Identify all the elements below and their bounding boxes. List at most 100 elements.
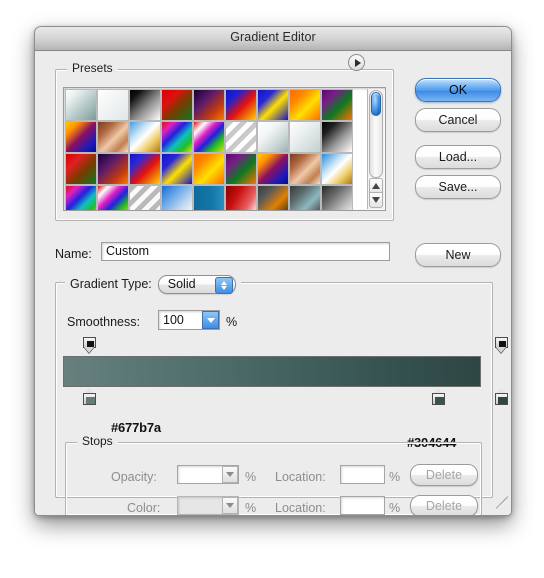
transparent-stripes [226,122,256,152]
preset-swatch[interactable] [321,153,353,185]
preset-swatch[interactable] [97,153,129,185]
preset-swatch[interactable] [321,185,353,210]
updown-arrows-icon[interactable] [214,276,233,294]
color-delete-button[interactable]: Delete [410,495,478,515]
gradient-type-popup[interactable]: Solid [157,274,236,294]
orange-black [258,186,288,210]
preset-swatch[interactable] [257,89,289,121]
preset-swatch[interactable] [65,121,97,153]
preset-swatch[interactable] [161,121,193,153]
color-stop-right[interactable] [495,388,508,405]
spectrum-2 [66,186,96,210]
yellow-violet-orange-blue [66,122,96,152]
opacity-stop-right[interactable] [495,337,508,354]
preset-swatch[interactable] [193,153,225,185]
gradient-type-header: Gradient Type: Solid [65,274,241,294]
title-bar[interactable]: Gradient Editor [35,27,511,51]
scrollbar-track[interactable] [369,90,383,178]
violet-orange [194,90,224,120]
preset-swatch[interactable] [289,121,321,153]
blue-red-yellow [226,90,256,120]
dialog-body: Presets OK Cancel Load... Save... New Na… [35,51,511,515]
smoothness-label: Smoothness: [67,315,140,329]
yellow-violet-orange-blue-2 [258,154,288,184]
chrome-2 [322,154,352,184]
preset-swatch[interactable] [289,89,321,121]
preset-swatch[interactable] [129,153,161,185]
presets-menu-button[interactable] [348,54,365,71]
preset-swatch[interactable] [65,89,97,121]
blue-red-yellow-2 [130,154,160,184]
opacity-delete-button[interactable]: Delete [410,464,478,486]
preset-swatch[interactable] [97,89,129,121]
gradient-fill [64,357,480,386]
gradient-editor-dialog: Gradient Editor Presets OK Cancel Load..… [34,26,512,516]
triangle-down-glyph [226,503,234,508]
opacity-input[interactable] [177,465,239,484]
opacity-location-label: Location: [275,470,326,484]
load-button[interactable]: Load... [415,145,501,169]
orange-yellow-orange [290,90,320,120]
preset-swatch[interactable] [129,121,161,153]
presets-scrollbar[interactable] [367,89,384,209]
preset-swatch[interactable] [65,153,97,185]
color-swatch [498,397,507,404]
color-swatch-input[interactable] [177,496,239,515]
gradient-type-label: Gradient Type: [70,277,152,291]
cancel-button[interactable]: Cancel [415,108,501,132]
preset-swatch[interactable] [257,153,289,185]
scroll-down-button[interactable] [369,192,383,208]
blue-yellow-blue-2 [162,154,192,184]
chevron-down-icon[interactable] [222,497,238,514]
triangle-down-glyph [226,472,234,477]
opacity-location-input[interactable] [340,465,385,484]
preset-swatch[interactable] [225,185,257,210]
scrollbar-thumb[interactable] [371,92,381,116]
name-input[interactable] [101,242,390,261]
preset-swatch[interactable] [97,121,129,153]
preset-swatch[interactable] [193,185,225,210]
stop-pointer [496,347,506,353]
save-button[interactable]: Save... [415,175,501,199]
ok-button[interactable]: OK [415,78,501,102]
new-button[interactable]: New [415,243,501,267]
chevron-down-icon[interactable] [222,466,238,483]
opacity-label: Opacity: [111,470,157,484]
preset-swatch[interactable] [129,185,161,210]
teal-gray [290,186,320,210]
stop-body [432,393,445,405]
preset-swatch[interactable] [161,153,193,185]
chevron-down-icon[interactable] [202,311,219,329]
color-swatch [435,397,444,404]
color-location-input[interactable] [340,496,385,515]
preset-swatch[interactable] [161,89,193,121]
preset-swatch[interactable] [289,185,321,210]
preset-swatch[interactable] [257,185,289,210]
triangle-down-glyph [206,317,215,323]
preset-swatch[interactable] [97,185,129,210]
smoothness-combo[interactable]: 100 [158,310,220,330]
gradient-type-value: Solid [167,277,196,291]
presets-list[interactable] [63,87,386,211]
preset-swatch[interactable] [257,121,289,153]
preset-swatch[interactable] [65,185,97,210]
preset-swatch[interactable] [225,89,257,121]
color-stop-mid[interactable] [432,388,445,405]
preset-swatch[interactable] [193,89,225,121]
preset-swatch[interactable] [225,121,257,153]
triangle-right-icon [354,58,361,67]
preset-swatch[interactable] [225,153,257,185]
opacity-stop-left[interactable] [83,337,96,354]
color-location-percent-label: % [389,501,401,515]
preset-swatch[interactable] [289,153,321,185]
color-stop-left[interactable] [83,388,96,405]
gradient-preview-bar[interactable] [63,356,481,387]
preset-swatch[interactable] [193,121,225,153]
color-location-label: Location: [275,501,326,515]
preset-swatch[interactable] [161,185,193,210]
preset-swatch[interactable] [321,89,353,121]
preset-swatch[interactable] [321,121,353,153]
preset-swatch[interactable] [129,89,161,121]
white-silver [258,122,288,152]
resize-grip-icon[interactable] [494,496,509,513]
